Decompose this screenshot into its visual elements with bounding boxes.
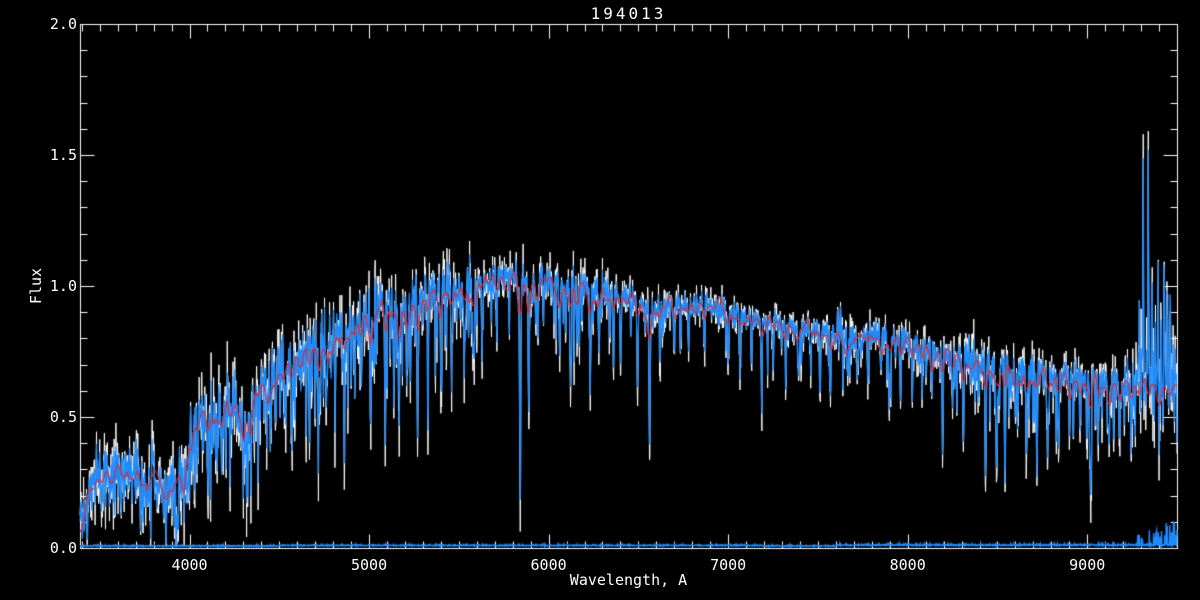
y-tick-label: 0.0 [49,539,77,557]
y-tick-label: 1.0 [49,277,77,295]
plot-title: 194013 [590,4,667,23]
x-tick-label: 6000 [530,556,567,574]
x-tick-label: 9000 [1069,556,1106,574]
x-axis-title: Wavelength, A [569,571,688,589]
x-tick-label: 5000 [350,556,388,574]
spectrum-plot-canvas [0,0,1200,600]
y-tick-label: 2.0 [49,15,77,33]
y-tick-label: 1.5 [49,146,77,164]
x-tick-label: 4000 [171,556,208,574]
spectrum-viewer: 194013 Flux Wavelength, A 0.0 0.5 1.0 1.5 2.… [0,0,1200,600]
x-tick-label: 8000 [889,556,926,574]
y-tick-label: 0.5 [49,408,77,426]
x-tick-label: 7000 [710,556,747,574]
